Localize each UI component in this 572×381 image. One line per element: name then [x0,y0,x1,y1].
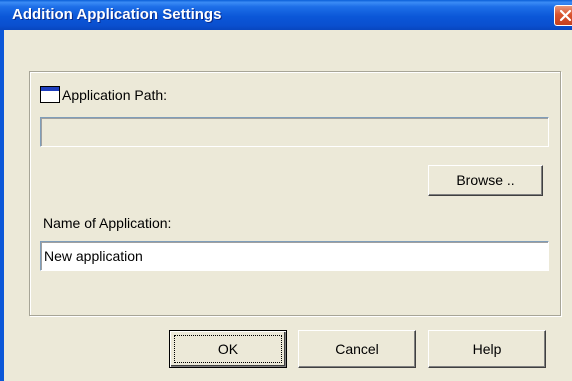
application-path-field[interactable] [40,117,549,147]
help-button-label: Help [472,341,502,357]
help-button[interactable]: Help [428,330,546,368]
ok-button[interactable]: OK [169,330,287,368]
application-name-field[interactable] [40,241,549,271]
application-path-label: Application Path: [62,87,168,103]
focus-rectangle [174,335,282,363]
close-icon [559,9,572,22]
window-frame-left [0,30,4,381]
title-bar: Addition Application Settings [0,0,572,30]
cancel-button-label: Cancel [335,341,379,357]
cancel-button[interactable]: Cancel [298,330,416,368]
close-button[interactable] [554,5,572,26]
window-icon [40,86,60,103]
browse-button[interactable]: Browse .. [428,165,543,196]
browse-button-label: Browse .. [456,172,515,188]
window-title: Addition Application Settings [12,6,222,23]
application-name-label: Name of Application: [43,215,172,231]
